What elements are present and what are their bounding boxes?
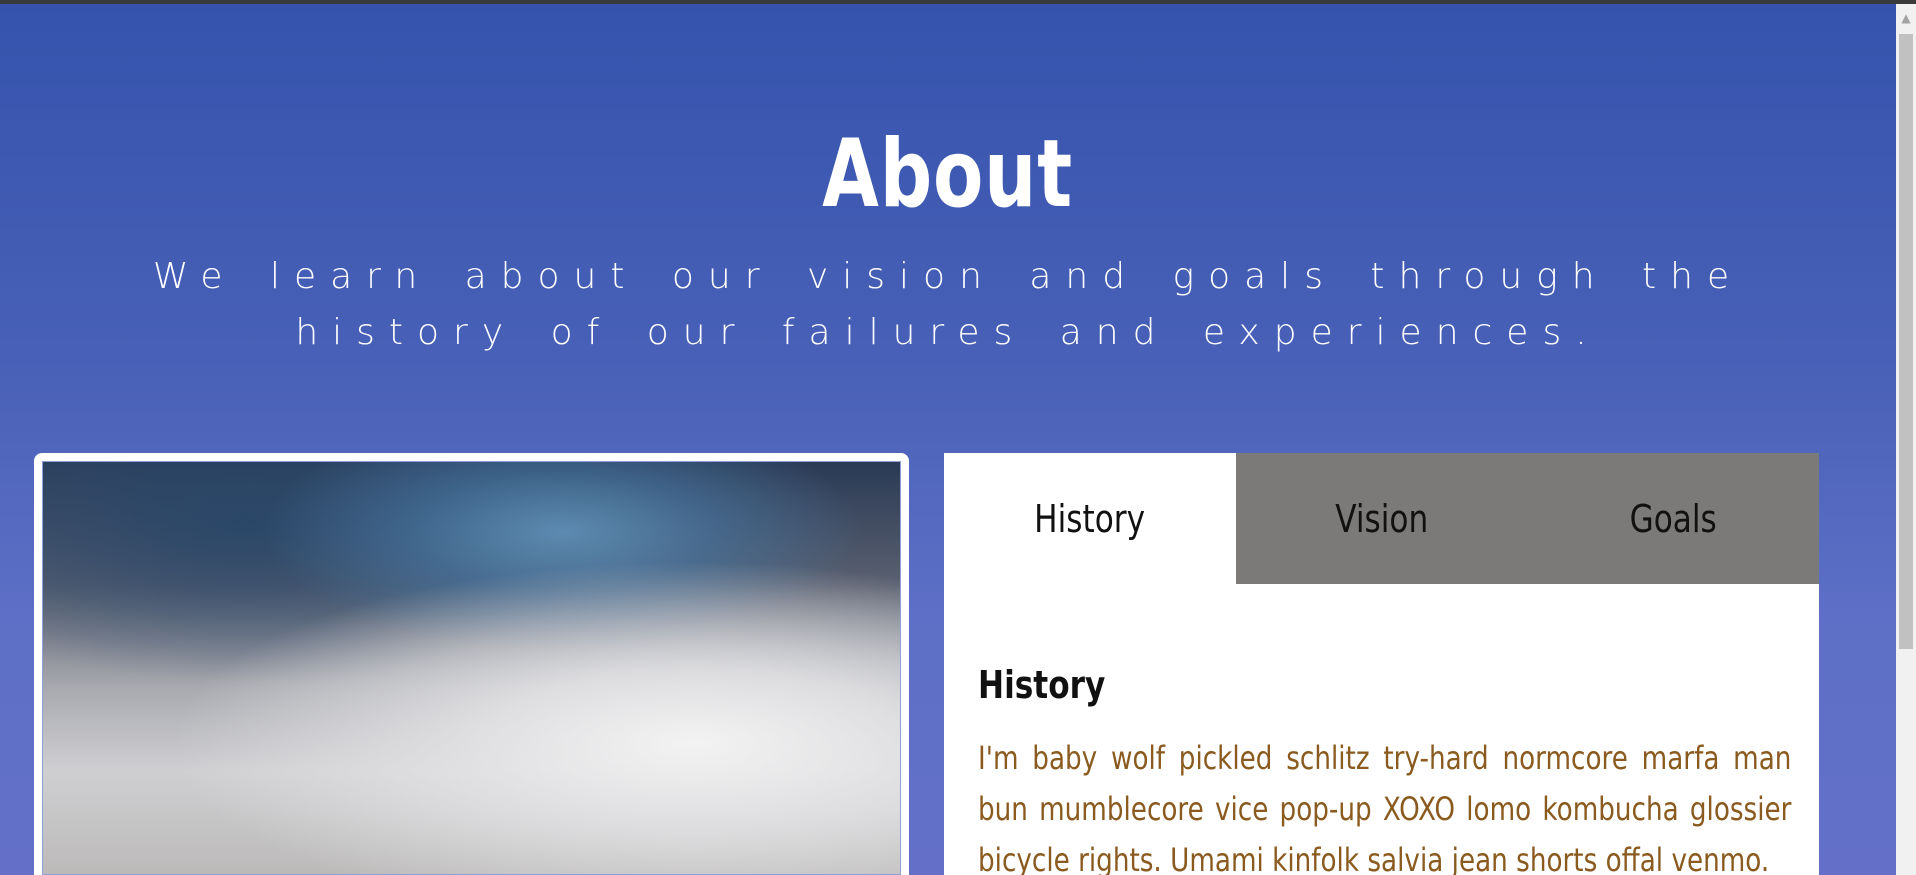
panel-heading: History xyxy=(978,663,1106,707)
vertical-scrollbar[interactable]: ▲ xyxy=(1896,4,1916,875)
tab-vision-label: Vision xyxy=(1335,496,1428,541)
page-title: About xyxy=(822,120,1073,229)
blurred-sky-image xyxy=(42,461,901,875)
tab-bar: History Vision Goals xyxy=(944,453,1820,584)
tab-goals[interactable]: Goals xyxy=(1527,453,1820,584)
about-section: About We learn about our vision and goal… xyxy=(0,4,1896,875)
panel-body-text: I'm baby wolf pickled schlitz try-hard n… xyxy=(978,739,1792,875)
tab-goals-label: Goals xyxy=(1629,496,1717,541)
tab-history-label: History xyxy=(1034,496,1146,541)
scrollbar-thumb[interactable] xyxy=(1899,34,1913,649)
about-image-card xyxy=(34,453,909,875)
scroll-up-arrow-icon[interactable]: ▲ xyxy=(1896,4,1916,32)
tab-vision[interactable]: Vision xyxy=(1235,453,1528,584)
page-subtitle: We learn about our vision and goals thro… xyxy=(152,256,1744,353)
tab-history[interactable]: History xyxy=(944,453,1236,584)
about-tabs-panel: History Vision Goals History I'm baby wo… xyxy=(944,453,1820,875)
